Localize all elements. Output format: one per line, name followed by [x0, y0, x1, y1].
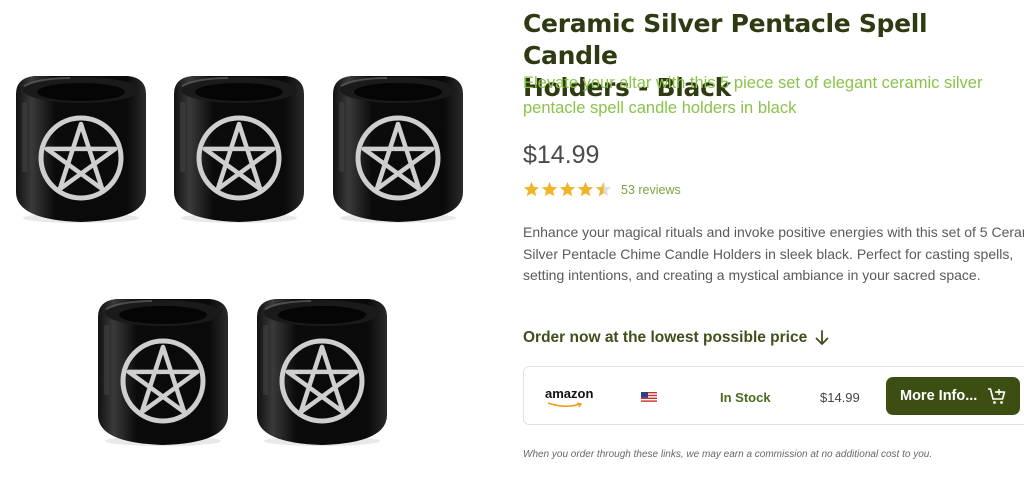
affiliate-disclaimer: When you order through these links, we m… [523, 449, 933, 460]
offer-row: amazon In Stock $14.99 More Info... [523, 366, 1024, 425]
star-icon [541, 181, 558, 197]
product-info: Ceramic Silver Pentacle Spell Candle Hol… [523, 0, 1024, 481]
reviews-link[interactable]: 53 reviews [621, 183, 681, 197]
star-icon [577, 181, 594, 197]
star-icon [523, 181, 540, 197]
star-icon [595, 181, 612, 197]
description-line: Silver Pentacle Chime Candle Holders in … [523, 245, 1014, 262]
candle-holder-image [251, 295, 393, 447]
product-rating: 53 reviews [523, 181, 681, 198]
product-price: $14.99 [523, 141, 600, 169]
stock-status: In Stock [720, 390, 771, 405]
product-subtitle: Elevate your altar with this 5 piece set… [523, 71, 1024, 121]
description-line: Enhance your magical rituals and invoke … [523, 224, 1024, 240]
product-subtitle-line: Elevate your altar with this 5 piece set… [523, 74, 983, 92]
store-logo: amazon [545, 386, 594, 401]
arrow-down-icon [815, 330, 829, 345]
candle-holder-image [327, 72, 469, 224]
candle-holder-image [10, 72, 152, 224]
product-title-line: Ceramic Silver Pentacle Spell Candle [523, 9, 928, 70]
amazon-smile-icon [547, 402, 583, 408]
product-subtitle-line: pentacle spell candle holders in black [523, 99, 797, 117]
cart-icon [988, 388, 1006, 404]
more-info-label: More Info... [900, 388, 978, 404]
star-icon [559, 181, 576, 197]
offer-price: $14.99 [820, 390, 860, 405]
order-heading: Order now at the lowest possible price [523, 329, 830, 347]
candle-holder-image [168, 72, 310, 224]
product-description: Enhance your magical rituals and invoke … [523, 222, 1024, 287]
description-line: setting intentions, and creating a mysti… [523, 267, 981, 283]
candle-holder-image [92, 295, 234, 447]
product-image-gallery [0, 0, 505, 481]
us-flag-icon [641, 392, 657, 403]
order-heading-text: Order now at the lowest possible price [523, 329, 808, 346]
star-rating [523, 181, 612, 198]
more-info-button[interactable]: More Info... [886, 377, 1020, 415]
